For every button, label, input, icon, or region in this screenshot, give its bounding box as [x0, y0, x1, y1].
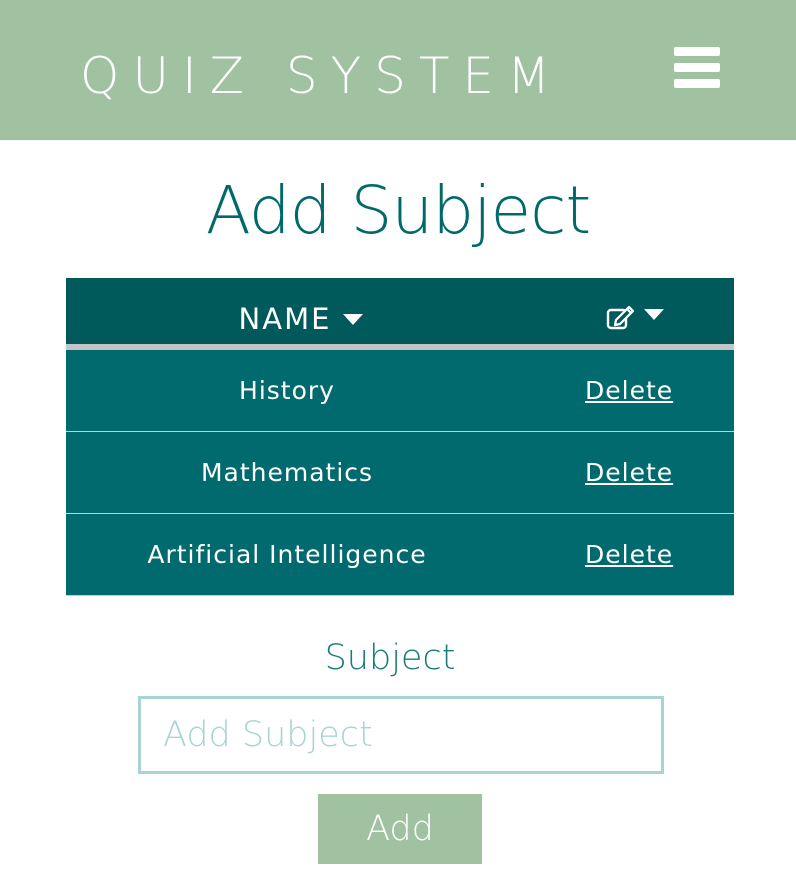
subject-name: Artificial Intelligence: [147, 540, 427, 569]
delete-link[interactable]: Delete: [585, 514, 673, 595]
app-brand[interactable]: QUIZ SYSTEM: [80, 46, 563, 106]
subject-input[interactable]: [138, 696, 664, 774]
sort-caret-icon: [644, 308, 664, 320]
add-button[interactable]: Add: [318, 794, 482, 864]
subject-name: Mathematics: [200, 458, 374, 487]
table-row: Mathematics Delete: [66, 432, 734, 514]
menu-bar: [674, 79, 720, 88]
subject-name: History: [239, 376, 335, 405]
table-header: NAME: [66, 278, 734, 350]
delete-link[interactable]: Delete: [585, 432, 673, 513]
action-column-header[interactable]: [606, 304, 664, 330]
sort-caret-icon: [343, 313, 364, 325]
table-row: Artificial Intelligence Delete: [66, 514, 734, 596]
page-title: Add Subject: [205, 172, 591, 249]
subjects-table: NAME History Delete Mathematics Delete A…: [66, 278, 734, 596]
table-row: History Delete: [66, 350, 734, 432]
hamburger-menu-icon[interactable]: [672, 44, 722, 90]
name-column-label: NAME: [238, 302, 332, 336]
menu-bar: [674, 63, 720, 72]
edit-icon: [606, 305, 635, 330]
name-column-header[interactable]: NAME: [66, 278, 536, 344]
subject-field-label: Subject: [324, 638, 456, 678]
menu-bar: [674, 47, 720, 56]
top-navbar: QUIZ SYSTEM: [0, 0, 796, 140]
delete-link[interactable]: Delete: [585, 350, 673, 431]
